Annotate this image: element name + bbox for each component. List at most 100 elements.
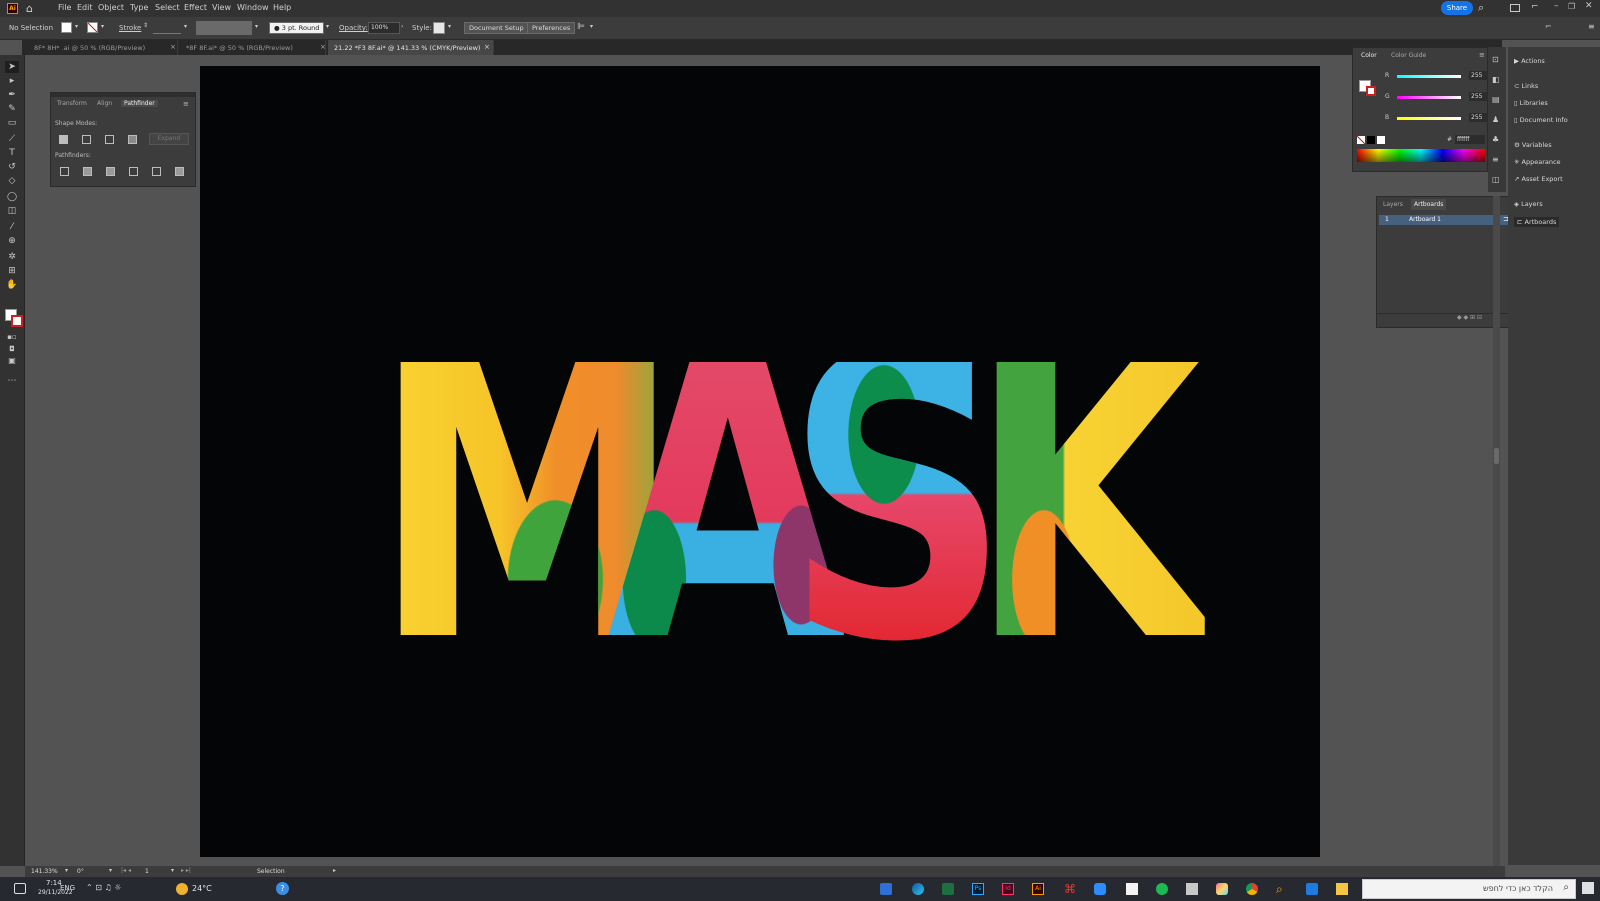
menu-type[interactable]: Type [130, 3, 148, 12]
weather-icon[interactable] [176, 883, 188, 895]
symbol-sprayer-tool-icon[interactable]: ✲ [5, 251, 19, 263]
zoom-level[interactable]: 141.33% [31, 868, 58, 875]
file-explorer-icon[interactable] [1336, 883, 1348, 895]
eraser-tool-icon[interactable]: ◇ [5, 175, 19, 187]
letter-k[interactable]: K [968, 362, 1205, 652]
stroke-weight-stepper[interactable]: ⇕ [143, 22, 151, 34]
photos-icon[interactable] [1216, 883, 1228, 895]
libraries-item[interactable]: ▯ Libraries [1514, 99, 1548, 107]
notification-icon[interactable] [14, 883, 26, 894]
magnify-icon[interactable]: ⌕ [5, 281, 19, 293]
chevron-down-icon[interactable]: ▾ [65, 867, 68, 874]
none-swatch[interactable] [1357, 136, 1365, 144]
menu-help[interactable]: Help [273, 3, 291, 12]
zoom-app-icon[interactable] [1094, 883, 1106, 895]
calculator-icon[interactable] [1186, 883, 1198, 895]
opacity-input[interactable]: 100% [368, 22, 400, 34]
tab-color[interactable]: Color [1361, 52, 1377, 59]
document-tab-2[interactable]: *8F 8F.ai* @ 50 % (RGB/Preview) [180, 40, 326, 55]
chevron-down-icon[interactable]: ▾ [101, 23, 104, 30]
panel-menu-icon[interactable]: ≡ [183, 100, 189, 108]
tray-icons[interactable]: ⌃ ⊡ ♫ ☼ [86, 883, 121, 892]
more-tools-icon[interactable]: ⋯ [5, 375, 19, 387]
artboard-tool-icon[interactable]: ⊞ [5, 265, 19, 277]
menu-window[interactable]: Window [237, 3, 269, 12]
dock-icon[interactable]: ◧ [1492, 75, 1500, 84]
minus-front-icon[interactable] [82, 135, 91, 144]
close-tab-icon[interactable]: × [170, 43, 176, 51]
rotation-value[interactable]: 0° [77, 868, 84, 875]
fill-swatch[interactable] [61, 22, 72, 33]
screen-mode-icon[interactable]: ▣ [5, 355, 19, 367]
notepad-icon[interactable] [1126, 883, 1138, 895]
excel-icon[interactable] [942, 883, 954, 895]
color-mode-icon[interactable]: ▪▫ [5, 331, 19, 343]
links-item[interactable]: ⊂ Links [1514, 82, 1538, 90]
appearance-item[interactable]: ✳ Appearance [1514, 158, 1561, 166]
search-box[interactable]: הקלד כאן כדי לחפש ⌕ [1362, 879, 1576, 899]
tab-pathfinder[interactable]: Pathfinder [121, 100, 158, 107]
arrange-icon[interactable]: ⌐ [1531, 2, 1539, 12]
scale-tool-icon[interactable]: ◫ [5, 205, 19, 217]
opacity-label[interactable]: Opacity: [339, 24, 368, 32]
store-icon[interactable] [880, 883, 892, 895]
mail-icon[interactable] [1306, 883, 1318, 895]
menu-view[interactable]: View [212, 3, 231, 12]
scroll-thumb[interactable] [1494, 448, 1499, 464]
artboard-number[interactable]: 1 [145, 868, 149, 875]
rotate-tool-icon[interactable]: ↺ [5, 161, 19, 173]
close-icon[interactable]: ✕ [1585, 1, 1593, 11]
chevron-down-icon[interactable]: ▾ [109, 867, 112, 874]
menu-select[interactable]: Select [155, 3, 180, 12]
blue-slider[interactable] [1397, 117, 1461, 120]
divide-icon[interactable] [60, 167, 69, 176]
menu-edit[interactable]: Edit [77, 3, 93, 12]
chevron-down-icon[interactable]: ▾ [171, 867, 174, 874]
menu-object[interactable]: Object [98, 3, 124, 12]
dock-icon[interactable]: ♟ [1492, 115, 1499, 124]
clock-date[interactable]: 29/11/2022 [38, 889, 73, 896]
clock-time[interactable]: 7:14 [46, 879, 62, 887]
home-icon[interactable]: ⌂ [26, 2, 33, 15]
document-info-item[interactable]: ▯ Document Info [1514, 116, 1568, 124]
chevron-down-icon[interactable]: ▾ [255, 23, 258, 30]
draw-mode-icon[interactable]: ◘ [5, 343, 19, 355]
unite-icon[interactable] [59, 135, 68, 144]
chevron-down-icon[interactable]: ▾ [448, 23, 451, 30]
document-tab-3[interactable]: 21.22 *F3 8F.ai* @ 141.33 % (CMYK/Previe… [328, 40, 494, 55]
intersect-icon[interactable] [105, 135, 114, 144]
direct-selection-tool-icon[interactable]: ▸ [5, 75, 19, 87]
help-icon[interactable]: ? [276, 882, 289, 895]
tab-layers[interactable]: Layers [1383, 201, 1403, 208]
minimize-icon[interactable]: – [1554, 1, 1559, 11]
close-tab-icon[interactable]: × [484, 43, 490, 51]
expand-button[interactable]: Expand [149, 133, 189, 145]
chevron-right-icon[interactable]: › [401, 23, 403, 30]
tab-color-guide[interactable]: Color Guide [1391, 52, 1426, 59]
spotify-icon[interactable] [1156, 883, 1168, 895]
artboard-nav[interactable]: ▸ ▸| [181, 867, 191, 874]
actions-item[interactable]: ▶ Actions [1514, 57, 1545, 65]
align-icon[interactable]: ⊫ [577, 22, 585, 32]
tab-align[interactable]: Align [97, 100, 112, 107]
curvature-tool-icon[interactable]: ✎ [5, 103, 19, 115]
edge-icon[interactable] [912, 883, 924, 895]
share-button[interactable]: Share [1441, 1, 1473, 15]
panel-toggle-icon[interactable]: ⌐ [1545, 22, 1552, 31]
merge-icon[interactable] [106, 167, 115, 176]
dock-icon[interactable]: ≡ [1492, 155, 1499, 164]
brush-definition-select[interactable]: ● 3 pt. Round [269, 22, 325, 34]
start-icon[interactable] [1582, 882, 1594, 894]
document-setup-button[interactable]: Document Setup [464, 22, 529, 34]
rectangle-tool-icon[interactable]: ▭ [5, 117, 19, 129]
close-tab-icon[interactable]: × [320, 43, 326, 51]
hex-input[interactable]: ffffff [1455, 135, 1485, 144]
artboard-nav[interactable]: |◂ ◂ [121, 867, 131, 874]
outline-icon[interactable] [152, 167, 161, 176]
chevron-down-icon[interactable]: ▾ [326, 23, 329, 30]
eyedropper-tool-icon[interactable]: ⁄ [5, 221, 19, 233]
asset-export-item[interactable]: ↗ Asset Export [1514, 175, 1563, 183]
dock-icon[interactable]: ◫ [1492, 175, 1500, 184]
graphic-style-swatch[interactable] [433, 22, 445, 34]
white-swatch[interactable] [1377, 136, 1385, 144]
